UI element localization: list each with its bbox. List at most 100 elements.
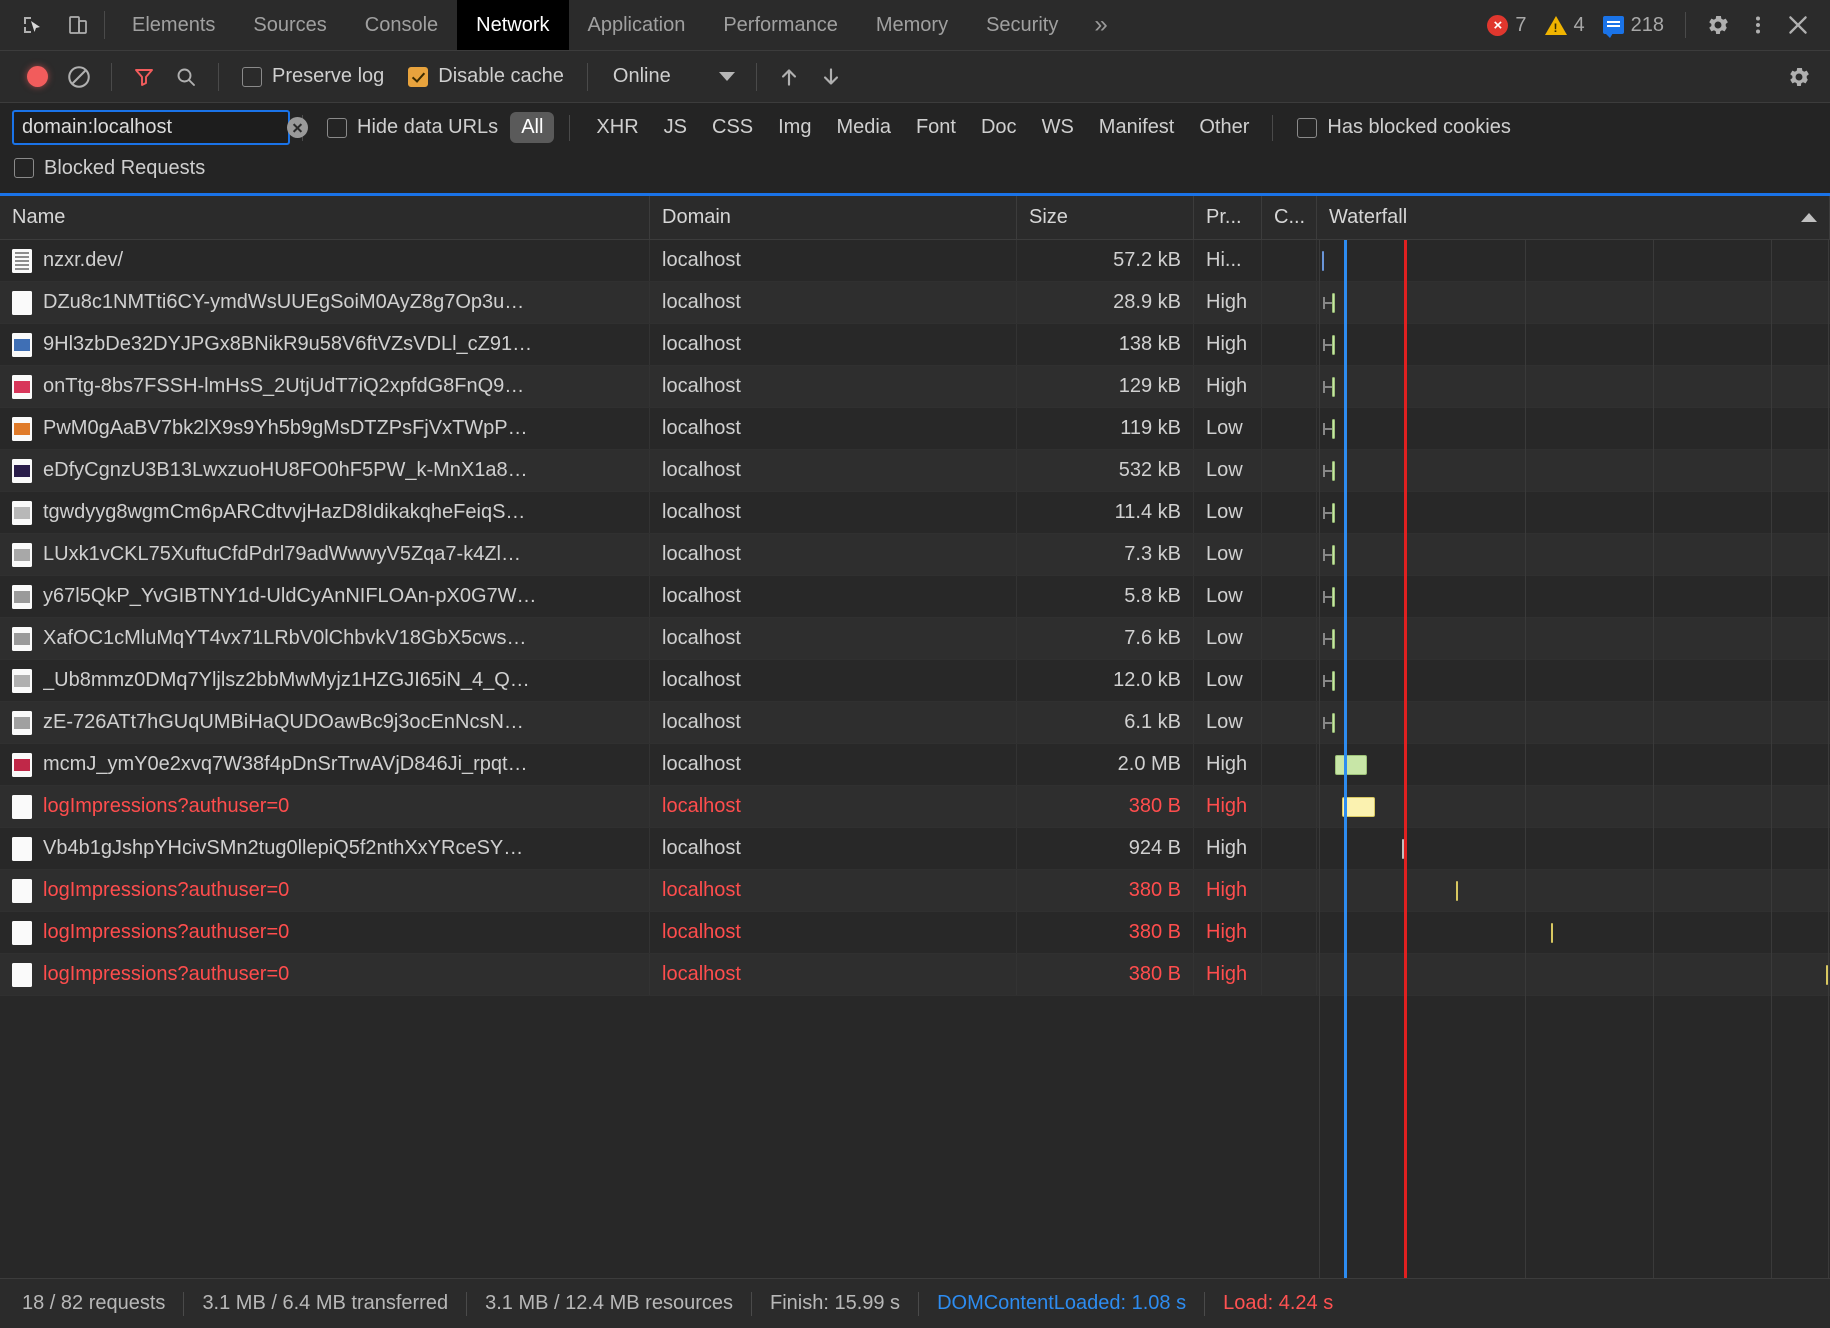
- waterfall-bar[interactable]: [1331, 335, 1335, 355]
- tab-label: Performance: [723, 13, 838, 36]
- waterfall-bar[interactable]: [1550, 923, 1554, 943]
- disable-cache-checkbox[interactable]: Disable cache: [396, 65, 576, 88]
- search-input[interactable]: [22, 116, 287, 139]
- waterfall-bar[interactable]: [1331, 629, 1335, 649]
- tab-performance[interactable]: Performance: [704, 0, 857, 50]
- waterfall-bar[interactable]: [1331, 503, 1335, 523]
- waterfall-bar[interactable]: [1331, 713, 1335, 733]
- record-button[interactable]: [16, 56, 58, 98]
- table-row[interactable]: logImpressions?authuser=0 localhost 380 BH…: [0, 954, 1830, 996]
- cell-size: 129 kB: [1017, 366, 1194, 407]
- search-button[interactable]: [165, 56, 207, 98]
- waterfall-bar[interactable]: [1331, 377, 1335, 397]
- tab-application[interactable]: Application: [569, 0, 705, 50]
- table-row[interactable]: onTtg-8bs7FSSH-lmHsS_2UtjUdT7iQ2xpfdG8Fn…: [0, 366, 1830, 408]
- waterfall-bar[interactable]: [1456, 881, 1459, 901]
- column-header-waterfall[interactable]: Waterfall: [1317, 196, 1830, 239]
- thumbnail-preview: [14, 590, 30, 603]
- tab-sources[interactable]: Sources: [234, 0, 345, 50]
- waterfall-bar[interactable]: [1331, 671, 1335, 691]
- filter-chip-font[interactable]: Font: [905, 112, 967, 143]
- table-row[interactable]: y67l5QkP_YvGIBTNY1d-UldCyAnNIFLOAn-pX0G7…: [0, 576, 1830, 618]
- table-row[interactable]: _Ub8mmz0DMq7Yljlsz2bbMwMyjz1HZGJI65iN_4_…: [0, 660, 1830, 702]
- close-icon[interactable]: [1778, 5, 1818, 45]
- cell-connection: [1262, 534, 1317, 575]
- tab-security[interactable]: Security: [967, 0, 1077, 50]
- clear-filter-icon[interactable]: [287, 117, 308, 138]
- chip-label: All: [521, 116, 544, 138]
- warning-count: 4: [1573, 13, 1585, 36]
- table-row[interactable]: mcmJ_ymY0e2xvq7W38f4pDnSrTrwAVjD846Ji_rp…: [0, 744, 1830, 786]
- table-row[interactable]: logImpressions?authuser=0 localhost 380 BH…: [0, 870, 1830, 912]
- export-har-button[interactable]: [810, 56, 852, 98]
- info-counter[interactable]: 218: [1594, 14, 1673, 38]
- column-header-size[interactable]: Size: [1017, 196, 1194, 239]
- table-row[interactable]: logImpressions?authuser=0 localhost 380 BH…: [0, 786, 1830, 828]
- warning-counter[interactable]: 4: [1536, 14, 1594, 37]
- tab-memory[interactable]: Memory: [857, 0, 967, 50]
- preserve-log-checkbox[interactable]: Preserve log: [230, 65, 396, 88]
- filter-chip-manifest[interactable]: Manifest: [1088, 112, 1186, 143]
- filter-chip-img[interactable]: Img: [767, 112, 822, 143]
- gear-icon[interactable]: [1698, 5, 1738, 45]
- device-toolbar-icon[interactable]: [60, 7, 96, 43]
- waterfall-bar[interactable]: [1331, 461, 1335, 481]
- filter-chip-other[interactable]: Other: [1188, 112, 1260, 143]
- cell-connection: [1262, 912, 1317, 953]
- waterfall-bar[interactable]: [1825, 965, 1829, 985]
- waterfall-bar[interactable]: [1331, 419, 1335, 439]
- filter-button[interactable]: [123, 56, 165, 98]
- column-header-priority[interactable]: Pr...: [1194, 196, 1262, 239]
- cell-domain: localhost: [650, 240, 1017, 281]
- waterfall-bar[interactable]: [1331, 293, 1335, 313]
- waterfall-bar[interactable]: [1335, 755, 1368, 775]
- thumbnail-preview: [14, 338, 30, 351]
- table-row[interactable]: XafOC1cMluMqYT4vx71LRbV0lChbvkV18GbX5cws…: [0, 618, 1830, 660]
- hide-data-urls-checkbox[interactable]: Hide data URLs: [315, 116, 510, 139]
- kebab-menu-icon[interactable]: [1738, 5, 1778, 45]
- request-name: zE-726ATt7hGUqUMBiHaQUDOawBc9j3ocEnNcsN…: [43, 711, 524, 733]
- column-header-name[interactable]: Name: [0, 196, 650, 239]
- table-header-row: Name Domain Size Pr... C... Waterfall: [0, 196, 1830, 240]
- table-row[interactable]: tgwdyyg8wgmCm6pARCdtvvjHazD8IdikakqheFei…: [0, 492, 1830, 534]
- warning-icon: [1544, 15, 1567, 35]
- network-settings-button[interactable]: [1778, 56, 1820, 98]
- error-counter[interactable]: × 7: [1478, 14, 1535, 37]
- tab-elements[interactable]: Elements: [113, 0, 234, 50]
- waterfall-bar[interactable]: [1331, 545, 1335, 565]
- waterfall-bar[interactable]: [1342, 797, 1376, 817]
- table-row[interactable]: PwM0gAaBV7bk2lX9s9Yh5b9gMsDTZPsFjVxTWpP……: [0, 408, 1830, 450]
- tab-network[interactable]: Network: [457, 0, 569, 50]
- filter-chip-all[interactable]: All: [510, 112, 555, 143]
- table-row[interactable]: eDfyCgnzU3B13LwxzuoHU8FO0hF5PW_k-MnX1a8……: [0, 450, 1830, 492]
- table-row[interactable]: logImpressions?authuser=0 localhost 380 BH…: [0, 912, 1830, 954]
- filter-chip-media[interactable]: Media: [825, 112, 901, 143]
- waterfall-bar[interactable]: [1331, 587, 1335, 607]
- filter-search-box[interactable]: [12, 110, 308, 145]
- filter-chip-xhr[interactable]: XHR: [585, 112, 649, 143]
- waterfall-bar[interactable]: [1401, 839, 1404, 859]
- table-row[interactable]: zE-726ATt7hGUqUMBiHaQUDOawBc9j3ocEnNcsN……: [0, 702, 1830, 744]
- import-har-button[interactable]: [768, 56, 810, 98]
- filter-chip-css[interactable]: CSS: [701, 112, 764, 143]
- filter-chip-doc[interactable]: Doc: [970, 112, 1028, 143]
- table-row[interactable]: nzxr.dev/localhost 57.2 kB Hi...: [0, 240, 1830, 282]
- request-name: XafOC1cMluMqYT4vx71LRbV0lChbvkV18GbX5cws…: [43, 627, 527, 649]
- inspect-element-icon[interactable]: [14, 7, 50, 43]
- column-header-connection[interactable]: C...: [1262, 196, 1317, 239]
- table-row[interactable]: Vb4b1gJshpYHcivSMn2tug0llepiQ5f2nthXxYRc…: [0, 828, 1830, 870]
- table-row[interactable]: LUxk1vCKL75XuftuCfdPdrl79adWwwyV5Zqa7-k4…: [0, 534, 1830, 576]
- has-blocked-cookies-checkbox[interactable]: Has blocked cookies: [1285, 116, 1522, 139]
- filter-chip-ws[interactable]: WS: [1031, 112, 1085, 143]
- clear-button[interactable]: [58, 56, 100, 98]
- toolbar-divider-2: [218, 62, 219, 91]
- table-row[interactable]: 9Hl3zbDe32DYJPGx8BNikR9u58V6ftVZsVDLl_cZ…: [0, 324, 1830, 366]
- column-header-domain[interactable]: Domain: [650, 196, 1017, 239]
- table-row[interactable]: DZu8c1NMTti6CY-ymdWsUUEgSoiM0AyZ8g7Op3u……: [0, 282, 1830, 324]
- throttling-dropdown[interactable]: Online: [599, 65, 745, 88]
- blocked-requests-checkbox[interactable]: Blocked Requests: [14, 157, 217, 180]
- filter-chip-js[interactable]: JS: [653, 112, 698, 143]
- tab-console[interactable]: Console: [346, 0, 457, 50]
- waterfall-bar[interactable]: [1321, 251, 1325, 271]
- more-tabs-icon[interactable]: »: [1077, 0, 1124, 50]
